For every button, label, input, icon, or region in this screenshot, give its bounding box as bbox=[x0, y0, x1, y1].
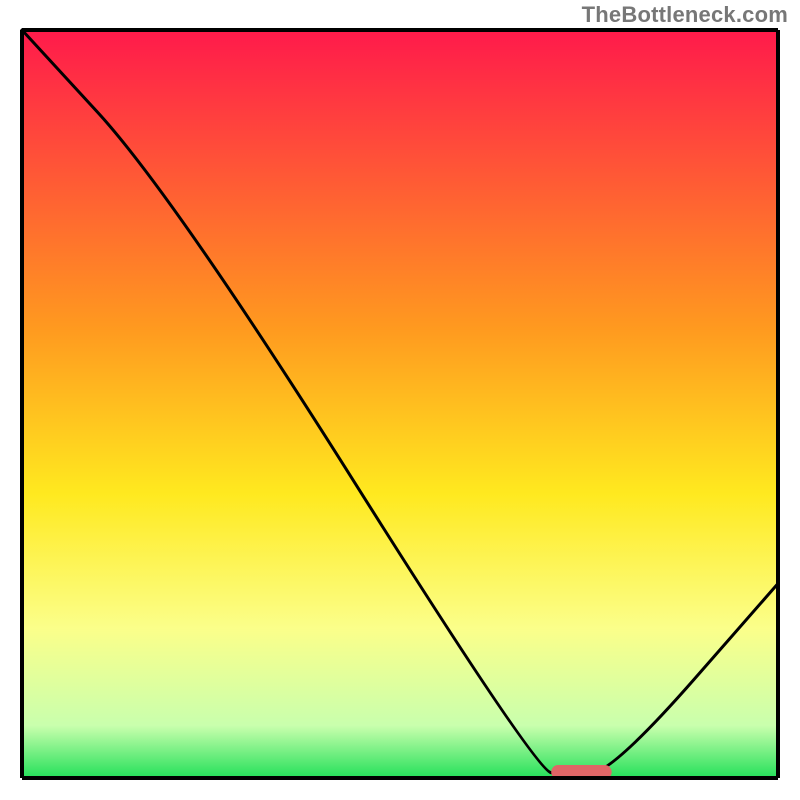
bottleneck-chart bbox=[0, 0, 800, 800]
watermark-text: TheBottleneck.com bbox=[582, 2, 788, 28]
chart-container: TheBottleneck.com bbox=[0, 0, 800, 800]
plot-background bbox=[22, 30, 778, 778]
